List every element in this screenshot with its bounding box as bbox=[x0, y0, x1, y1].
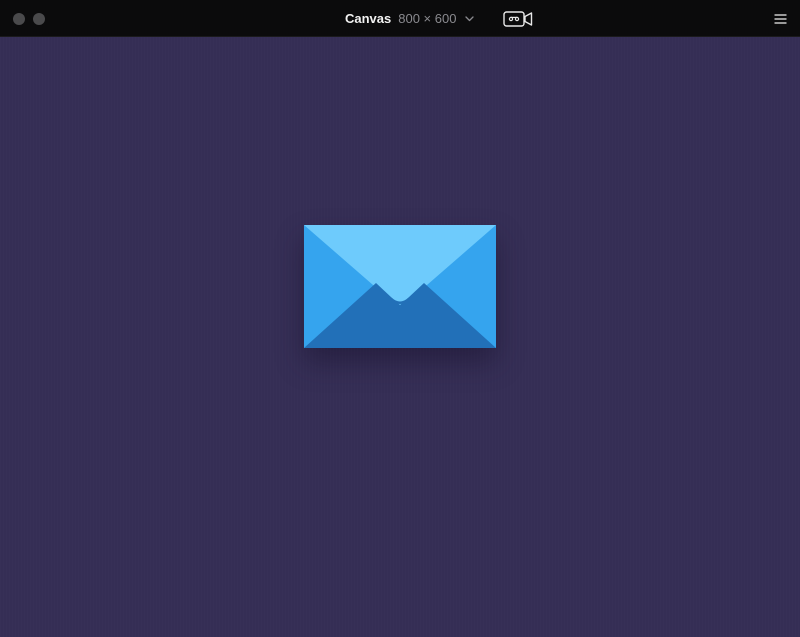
window-title: Canvas bbox=[345, 11, 392, 26]
hamburger-menu-icon[interactable] bbox=[774, 12, 787, 24]
chevron-down-icon[interactable] bbox=[464, 11, 474, 27]
mail-envelope-icon bbox=[304, 225, 496, 348]
app-window: Canvas 800 × 600 bbox=[0, 0, 800, 637]
title-bar: Canvas 800 × 600 bbox=[0, 0, 800, 37]
canvas-size-label[interactable]: 800 × 600 bbox=[398, 11, 456, 27]
close-window-button[interactable] bbox=[13, 13, 25, 25]
minimize-window-button[interactable] bbox=[33, 13, 45, 25]
canvas-area bbox=[0, 37, 800, 637]
title-group: Canvas 800 × 600 bbox=[345, 11, 474, 27]
video-record-icon[interactable] bbox=[503, 11, 533, 27]
